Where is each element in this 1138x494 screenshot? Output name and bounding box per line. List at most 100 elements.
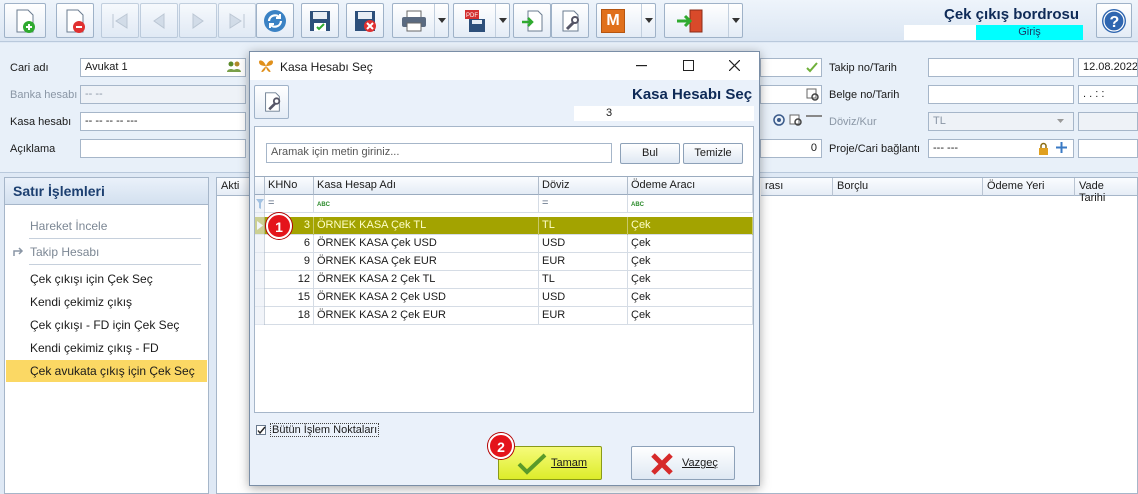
first-record-button[interactable] xyxy=(101,3,139,38)
plus-icon[interactable] xyxy=(1055,141,1068,154)
column-header-currency[interactable]: Döviz xyxy=(539,177,628,195)
filter-name[interactable]: ABC xyxy=(314,195,539,213)
column-header[interactable]: rası xyxy=(761,178,833,196)
action-cek-avukata-cikis[interactable]: Çek avukata çıkış için Çek Seç xyxy=(6,360,207,382)
first-record-icon xyxy=(112,12,128,29)
table-row[interactable]: 3 ÖRNEK KASA Çek TL TL Çek xyxy=(255,217,753,235)
action-label: Takip Hesabı xyxy=(30,245,100,259)
all-points-label[interactable]: Bütün İşlem Noktaları xyxy=(270,423,380,437)
last-record-button[interactable] xyxy=(218,3,256,38)
column-header-khno[interactable]: KHNo xyxy=(265,177,314,195)
check-icon[interactable] xyxy=(806,62,818,73)
pdf-dropdown[interactable] xyxy=(495,4,509,37)
takip-date-input[interactable]: 12.08.2022 xyxy=(1078,58,1138,77)
lookup-icon[interactable] xyxy=(806,88,819,101)
new-button[interactable] xyxy=(4,3,46,38)
kasa-hesabi-input[interactable]: -- -- -- -- --- xyxy=(80,112,246,131)
mode-badge: Giriş xyxy=(976,25,1083,40)
print-button[interactable] xyxy=(392,3,449,38)
minimize-icon[interactable] xyxy=(636,65,647,67)
zero-field[interactable]: 0 xyxy=(760,139,822,158)
divider xyxy=(29,238,201,239)
dialog-heading: Kasa Hesabı Seç xyxy=(632,86,753,103)
chevron-down-icon xyxy=(1057,119,1064,123)
ok-button[interactable]: Tamam xyxy=(498,446,602,480)
action-kendi-cekimiz-cikis-fd[interactable]: Kendi çekimiz çıkış - FD xyxy=(6,337,207,359)
next-record-icon xyxy=(192,12,204,29)
email-icon[interactable] xyxy=(773,114,785,126)
proje-extra-input[interactable] xyxy=(1078,139,1138,158)
m-button[interactable]: M xyxy=(596,3,656,38)
all-points-checkbox[interactable] xyxy=(256,425,266,435)
find-button[interactable]: Bul xyxy=(620,143,680,164)
proje-input[interactable]: --- --- xyxy=(928,139,1074,158)
refresh-button[interactable] xyxy=(256,3,294,38)
close-icon[interactable] xyxy=(729,60,740,71)
column-header[interactable]: Vade Tarihi xyxy=(1075,178,1137,204)
settings-button[interactable] xyxy=(551,3,589,38)
exit-dropdown[interactable] xyxy=(728,4,742,37)
lock-icon[interactable] xyxy=(1038,142,1049,155)
belge-date-input[interactable]: . . : : xyxy=(1078,85,1138,104)
banka-hesabi-label: Banka hesabı xyxy=(10,89,78,101)
filter-khno[interactable]: = xyxy=(265,195,314,213)
table-row[interactable]: 12 ÖRNEK KASA 2 Çek TL TL Çek xyxy=(255,271,753,289)
table-row[interactable]: 18 ÖRNEK KASA 2 Çek EUR EUR Çek xyxy=(255,307,753,325)
kasa-table: KHNo Kasa Hesap Adı Döviz Ödeme Aracı = … xyxy=(255,176,753,412)
panel-title: Satır İşlemleri xyxy=(5,178,208,205)
help-button[interactable]: ? xyxy=(1096,3,1132,38)
delete-button[interactable] xyxy=(56,3,94,38)
m-dropdown[interactable] xyxy=(641,4,655,37)
banka-hesabi-input[interactable]: -- -- xyxy=(80,85,246,104)
contact-icon[interactable] xyxy=(789,114,802,126)
cell-currency: TL xyxy=(539,271,628,289)
cancel-button[interactable]: Vazgeç xyxy=(631,446,735,480)
column-header-payment[interactable]: Ödeme Aracı xyxy=(628,177,753,195)
action-kendi-cekimiz-cikis[interactable]: Kendi çekimiz çıkış xyxy=(6,291,207,313)
action-takip-hesabi[interactable]: Takip Hesabı xyxy=(6,241,207,263)
mode-blank xyxy=(904,25,976,40)
proje-label: Proje/Cari bağlantı xyxy=(829,143,921,155)
save-close-button[interactable] xyxy=(346,3,384,38)
table-row[interactable]: 9 ÖRNEK KASA Çek EUR EUR Çek xyxy=(255,253,753,271)
column-header-name[interactable]: Kasa Hesap Adı xyxy=(314,177,539,195)
prev-record-icon xyxy=(153,12,165,29)
annotation-badge-2: 2 xyxy=(488,433,514,459)
pdf-button[interactable]: PDF xyxy=(453,3,510,38)
m-icon: M xyxy=(601,9,625,33)
aciklama-input[interactable] xyxy=(80,139,246,158)
column-header[interactable]: Akti xyxy=(217,178,251,196)
doviz-select[interactable]: TL xyxy=(928,112,1074,131)
takip-no-input[interactable] xyxy=(928,58,1074,77)
pdf-icon: PDF xyxy=(464,9,485,32)
clear-button[interactable]: Temizle xyxy=(683,143,743,164)
dialog-settings-button[interactable] xyxy=(254,85,289,119)
filter-currency[interactable]: = xyxy=(539,195,628,213)
belge-no-input[interactable] xyxy=(928,85,1074,104)
satir-islemleri-panel: Satır İşlemleri Hareket İncele Takip Hes… xyxy=(4,177,209,494)
column-header[interactable]: Ödeme Yeri xyxy=(983,178,1075,196)
save-button[interactable] xyxy=(301,3,339,38)
action-hareket-incele[interactable]: Hareket İncele xyxy=(6,215,207,237)
filter-payment[interactable]: ABC xyxy=(628,195,753,213)
maximize-icon[interactable] xyxy=(683,60,694,71)
prev-record-button[interactable] xyxy=(140,3,178,38)
table-row[interactable]: 6 ÖRNEK KASA Çek USD USD Çek xyxy=(255,235,753,253)
column-header[interactable]: Borçlu xyxy=(833,178,983,196)
cell-name: ÖRNEK KASA 2 Çek EUR xyxy=(314,307,539,325)
abc-icon: ABC xyxy=(631,202,644,208)
cari-adi-input[interactable]: Avukat 1 xyxy=(80,58,246,77)
cell-currency: TL xyxy=(539,217,628,235)
people-icon[interactable] xyxy=(227,61,241,73)
action-cek-cikisi-icin-cek-sec[interactable]: Çek çıkışı için Çek Seç xyxy=(6,268,207,290)
exit-button[interactable] xyxy=(664,3,743,38)
import-button[interactable] xyxy=(513,3,551,38)
search-input[interactable]: Aramak için metin giriniz... xyxy=(266,143,612,163)
table-row[interactable]: 15 ÖRNEK KASA 2 Çek USD USD Çek xyxy=(255,289,753,307)
svg-text:?: ? xyxy=(1110,14,1120,31)
arrow-icon xyxy=(13,247,24,256)
print-dropdown[interactable] xyxy=(434,4,448,37)
kur-input[interactable] xyxy=(1078,112,1138,131)
next-record-button[interactable] xyxy=(179,3,217,38)
action-cek-cikisi-fd[interactable]: Çek çıkışı - FD için Çek Seç xyxy=(6,314,207,336)
